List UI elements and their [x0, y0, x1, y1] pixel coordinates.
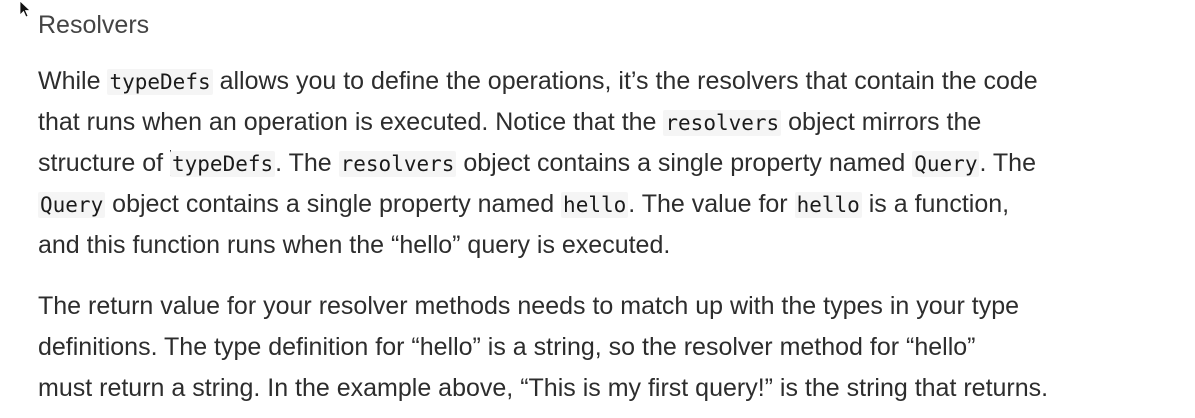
- text: structure of: [38, 149, 170, 177]
- inline-code: Query: [38, 192, 106, 218]
- return-value-paragraph: The return value for your resolver metho…: [38, 286, 1188, 409]
- text: . The: [979, 149, 1036, 177]
- inline-code: resolvers: [663, 110, 782, 136]
- section-heading: Resolvers: [38, 11, 150, 39]
- mouse-pointer-icon: [19, 0, 32, 18]
- text-line: that runs when an operation is executed.…: [38, 102, 1188, 143]
- text: . The value for: [628, 190, 795, 218]
- text: that runs when an operation is executed.…: [38, 108, 664, 136]
- inline-code: typeDefs: [170, 151, 276, 177]
- text: object mirrors the: [781, 108, 982, 136]
- text: allows you to define the operations, it’…: [212, 67, 1038, 95]
- text: object contains a single property named: [456, 149, 913, 177]
- text-line: definitions. The type definition for “he…: [38, 333, 976, 361]
- text-line: structure of typeDefs. The resolvers obj…: [38, 143, 1188, 184]
- inline-code: Query: [912, 151, 980, 177]
- text-line: While typeDefs allows you to define the …: [38, 61, 1188, 102]
- resolvers-paragraph: While typeDefs allows you to define the …: [38, 61, 1188, 266]
- inline-code: hello: [561, 192, 629, 218]
- text: and this function runs when the “hello” …: [38, 231, 671, 259]
- text-line: must return a string. In the example abo…: [38, 374, 1049, 402]
- text: While: [38, 67, 108, 95]
- inline-code: hello: [794, 192, 862, 218]
- text: . The: [275, 149, 339, 177]
- text: is a function,: [861, 190, 1010, 218]
- text-line: and this function runs when the “hello” …: [38, 225, 1188, 266]
- inline-code: resolvers: [338, 151, 457, 177]
- text-line: Query object contains a single property …: [38, 184, 1188, 225]
- inline-code: typeDefs: [107, 69, 213, 95]
- text: object contains a single property named: [105, 190, 562, 218]
- article-section: Resolvers While typeDefs allows you to d…: [38, 8, 1188, 409]
- text-line: The return value for your resolver metho…: [38, 292, 1020, 320]
